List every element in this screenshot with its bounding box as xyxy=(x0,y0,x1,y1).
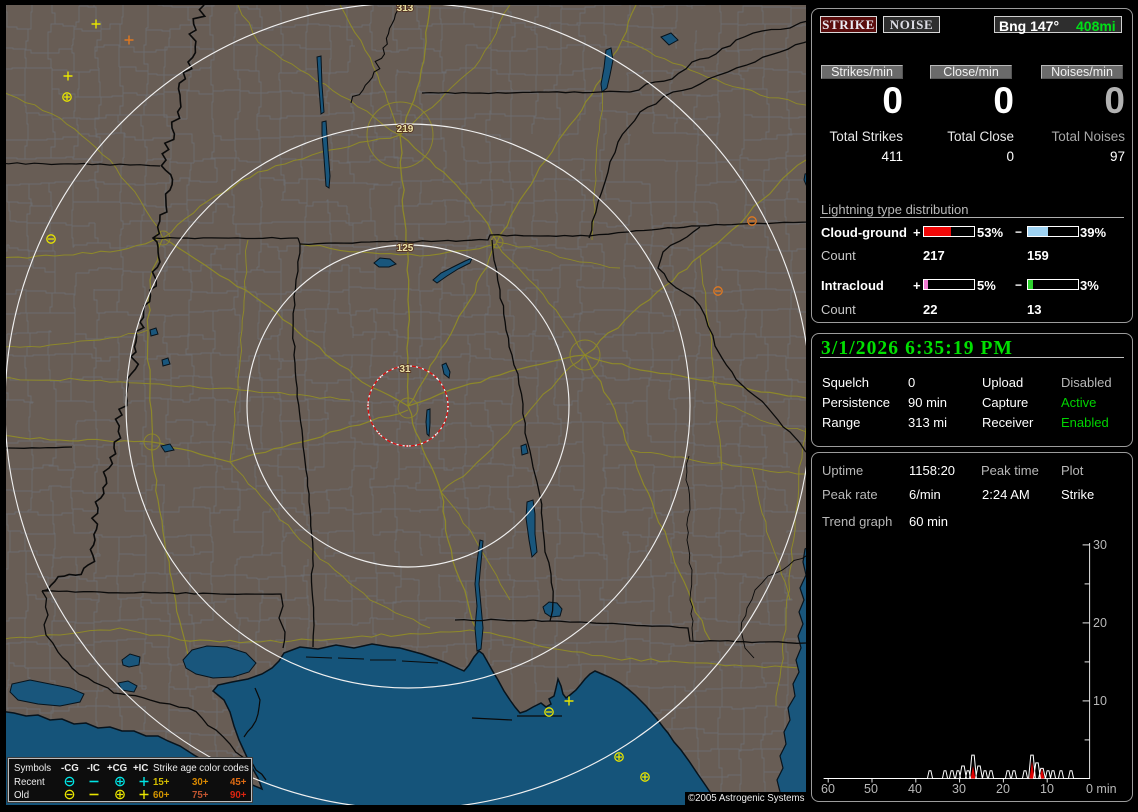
svg-text:+IC: +IC xyxy=(133,763,148,774)
svg-text:-CG: -CG xyxy=(61,763,79,774)
svg-text:60+: 60+ xyxy=(153,790,170,801)
svg-text:30+: 30+ xyxy=(192,777,209,788)
svg-text:45+: 45+ xyxy=(230,777,247,788)
svg-text:Old: Old xyxy=(14,790,29,801)
svg-text:90+: 90+ xyxy=(230,790,247,801)
svg-text:75+: 75+ xyxy=(192,790,209,801)
svg-text:Symbols: Symbols xyxy=(14,763,51,774)
svg-text:313: 313 xyxy=(397,5,414,14)
svg-text:31: 31 xyxy=(399,364,411,375)
svg-text:219: 219 xyxy=(397,124,414,135)
svg-text:Strike age color codes: Strike age color codes xyxy=(153,763,249,774)
svg-text:Recent: Recent xyxy=(14,777,45,788)
svg-text:+CG: +CG xyxy=(107,763,127,774)
svg-text:-IC: -IC xyxy=(87,763,100,774)
svg-text:15+: 15+ xyxy=(153,777,170,788)
svg-text:125: 125 xyxy=(397,243,414,254)
